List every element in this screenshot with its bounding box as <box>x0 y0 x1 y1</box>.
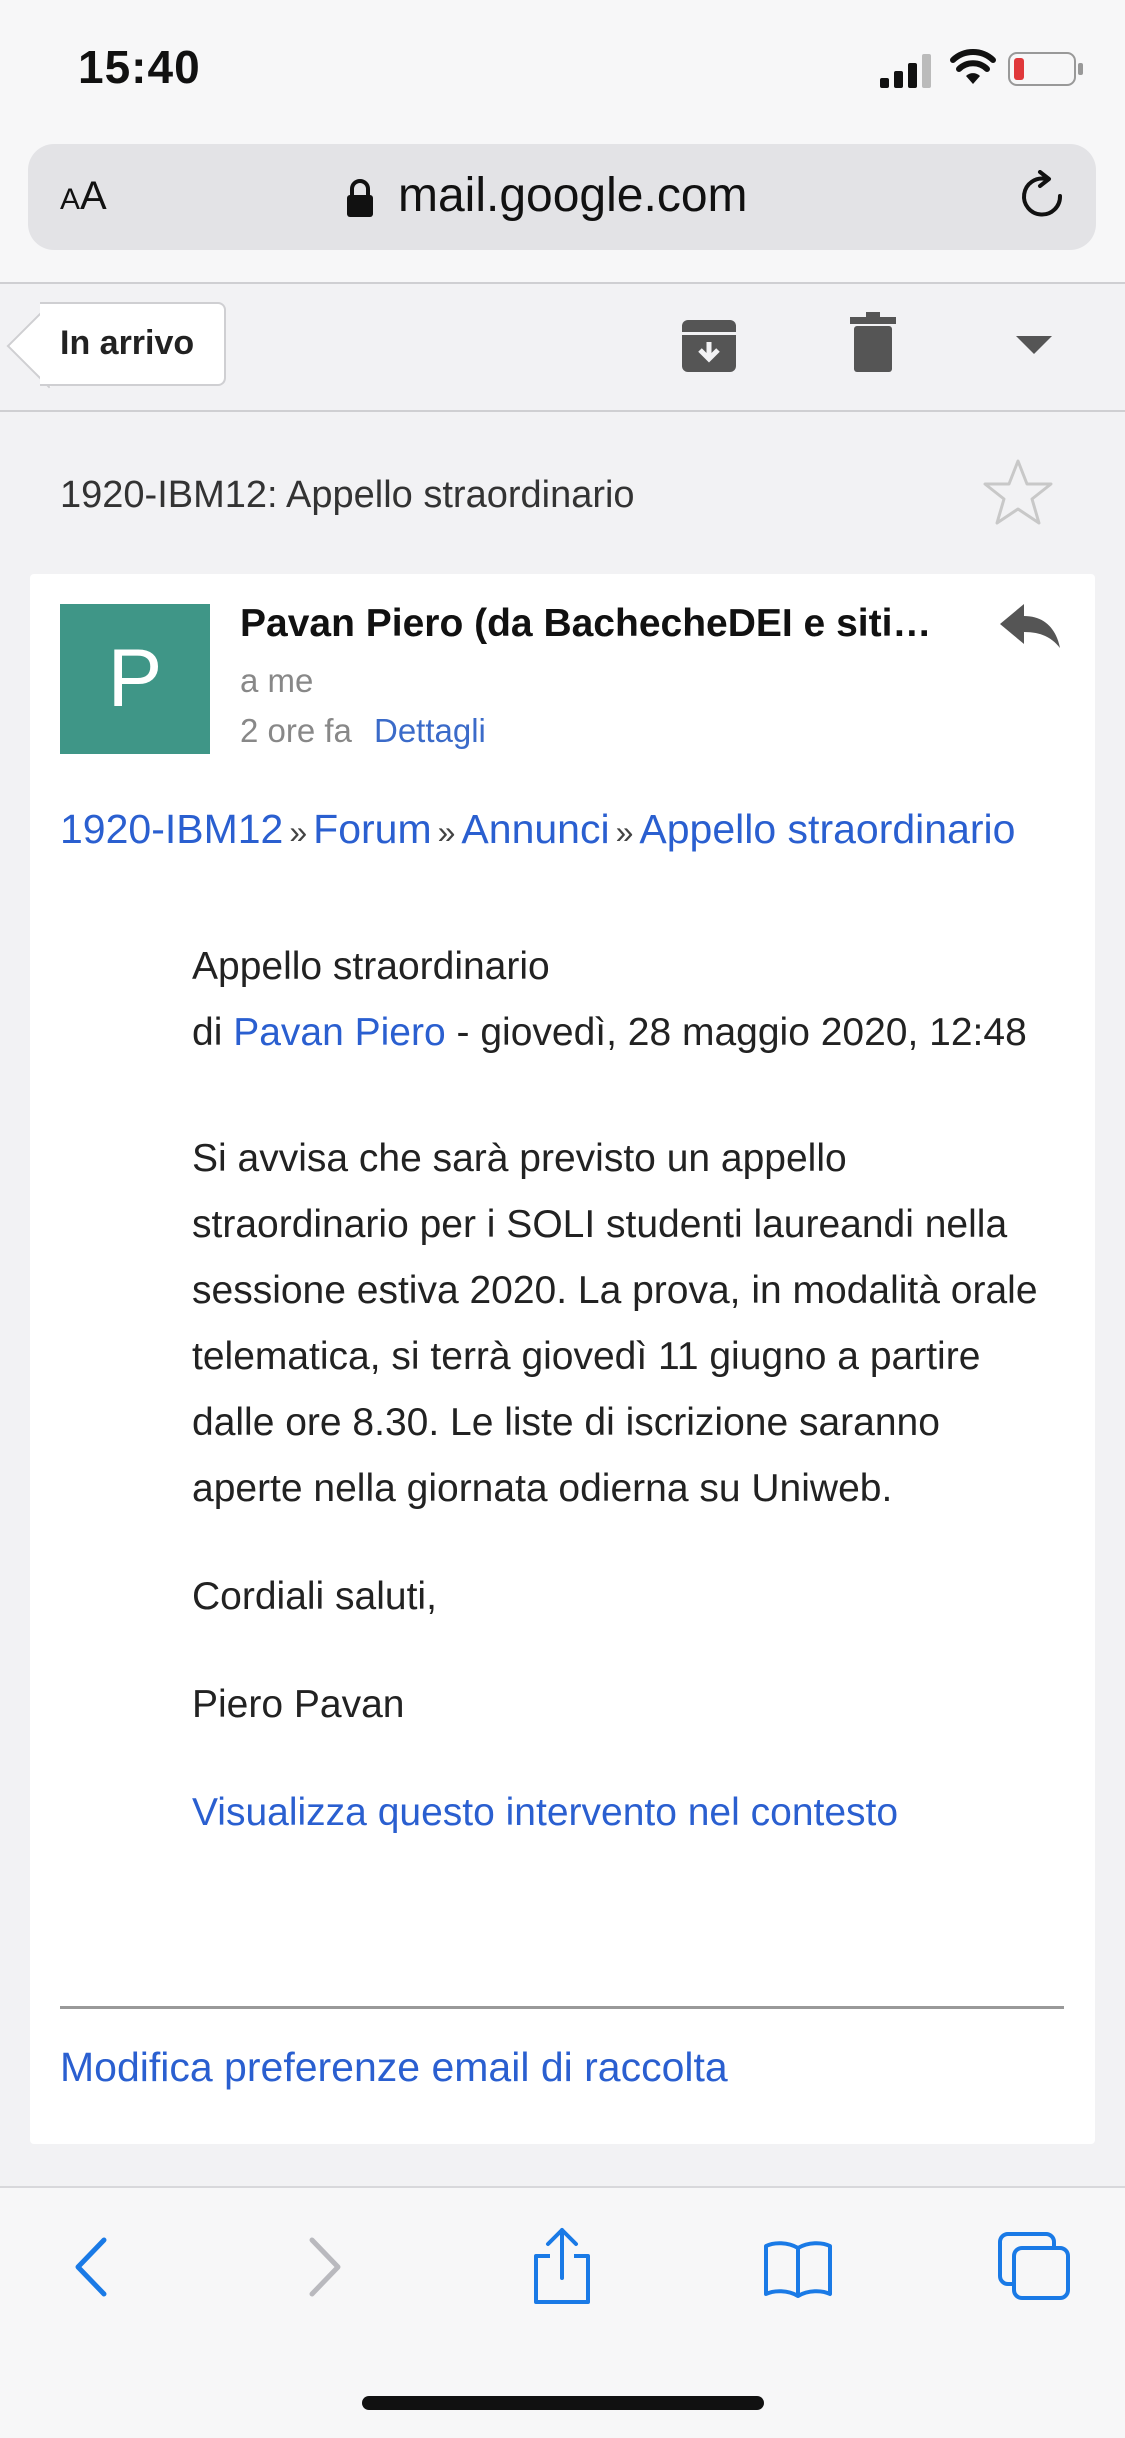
star-icon[interactable] <box>982 458 1054 526</box>
details-link[interactable]: Dettagli <box>374 712 486 750</box>
cellular-signal-icon <box>880 54 931 88</box>
avatar: P <box>60 604 210 754</box>
post-date: - giovedì, 28 maggio 2020, 12:48 <box>456 1011 1027 1054</box>
home-indicator[interactable] <box>362 2396 764 2410</box>
breadcrumb-forum-link[interactable]: Forum <box>313 806 431 852</box>
email-subject: 1920-IBM12: Appello straordinario <box>60 474 635 516</box>
breadcrumb-course-link[interactable]: 1920-IBM12 <box>60 806 283 852</box>
breadcrumb-separator: » <box>437 814 456 850</box>
email-preferences-link[interactable]: Modifica preferenze email di raccolta <box>60 2044 728 2091</box>
battery-low-icon <box>1008 52 1083 86</box>
post-by-prefix: di <box>192 1011 223 1054</box>
post-title: Appello straordinario <box>192 945 550 988</box>
back-to-inbox-label[interactable]: In arrivo <box>60 324 194 363</box>
recipient: a me <box>240 662 314 699</box>
lock-icon <box>347 179 373 217</box>
status-time: 15:40 <box>78 41 201 93</box>
reload-icon[interactable] <box>1016 170 1070 224</box>
breadcrumb-separator: » <box>615 814 634 850</box>
wifi-icon <box>950 49 996 84</box>
breadcrumb-topic-link[interactable]: Appello straordinario <box>639 806 1015 852</box>
divider <box>60 2006 1064 2009</box>
bookmarks-icon[interactable] <box>762 2238 834 2298</box>
breadcrumb-announcements-link[interactable]: Annunci <box>461 806 609 852</box>
post-meta: di Pavan Piero - giovedì, 28 maggio 2020… <box>192 1000 1052 1066</box>
email-time: 2 ore fa <box>240 712 352 749</box>
post-body: Si avvisa che sarà previsto un appello s… <box>192 1137 1038 1510</box>
forward-arrow-icon[interactable] <box>306 2236 346 2298</box>
back-arrow-icon[interactable] <box>70 2236 110 2298</box>
post-content: Appello straordinario di Pavan Piero - g… <box>192 934 1052 1846</box>
chevron-down-icon[interactable] <box>1016 336 1052 354</box>
trash-icon[interactable] <box>850 312 896 372</box>
view-in-context-link[interactable]: Visualizza questo intervento nel contest… <box>192 1791 898 1834</box>
divider <box>0 410 1125 412</box>
post-signature: Piero Pavan <box>192 1683 405 1726</box>
post-greeting: Cordiali saluti, <box>192 1575 437 1618</box>
reply-icon[interactable] <box>998 602 1062 650</box>
archive-icon[interactable] <box>680 318 738 374</box>
text-size-button[interactable]: AA <box>60 174 107 219</box>
tabs-icon[interactable] <box>996 2230 1072 2302</box>
post-author-link[interactable]: Pavan Piero <box>233 1011 445 1054</box>
share-icon[interactable] <box>530 2226 594 2306</box>
sender-name: Pavan Piero (da BachecheDEI e siti… <box>240 602 932 645</box>
breadcrumb-separator: » <box>289 814 308 850</box>
url-text[interactable]: mail.google.com <box>398 168 748 223</box>
breadcrumb: 1920-IBM12» Forum» Annunci» Appello straord… <box>60 796 1060 865</box>
